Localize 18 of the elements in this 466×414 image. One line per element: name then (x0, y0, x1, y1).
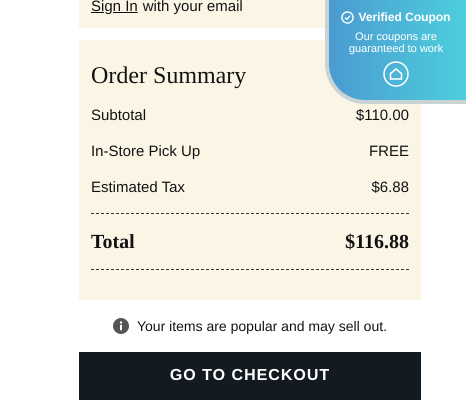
coupon-title: Verified Coupon (358, 9, 450, 26)
summary-label: In-Store Pick Up (91, 142, 200, 162)
house-icon (383, 61, 409, 87)
order-summary-title: Order Summary (91, 62, 246, 91)
summary-label: Estimated Tax (91, 178, 185, 198)
popularity-notice: Your items are popular and may sell out. (136, 316, 388, 336)
total-label: Total (91, 230, 135, 254)
coupon-text: Our coupons are guaranteed to work (348, 31, 444, 55)
check-circle-icon (341, 10, 354, 24)
summary-label: Subtotal (91, 106, 146, 126)
sign-in-link[interactable]: Sign In (91, 0, 138, 18)
summary-value: $110.00 (356, 106, 409, 126)
info-icon (112, 318, 129, 334)
total-value: $116.88 (345, 230, 409, 254)
summary-value: $6.88 (371, 178, 409, 198)
summary-value: FREE (368, 142, 409, 162)
checkout-button[interactable]: GO TO CHECKOUT (79, 352, 421, 400)
sign-in-text: with your email (142, 0, 243, 17)
